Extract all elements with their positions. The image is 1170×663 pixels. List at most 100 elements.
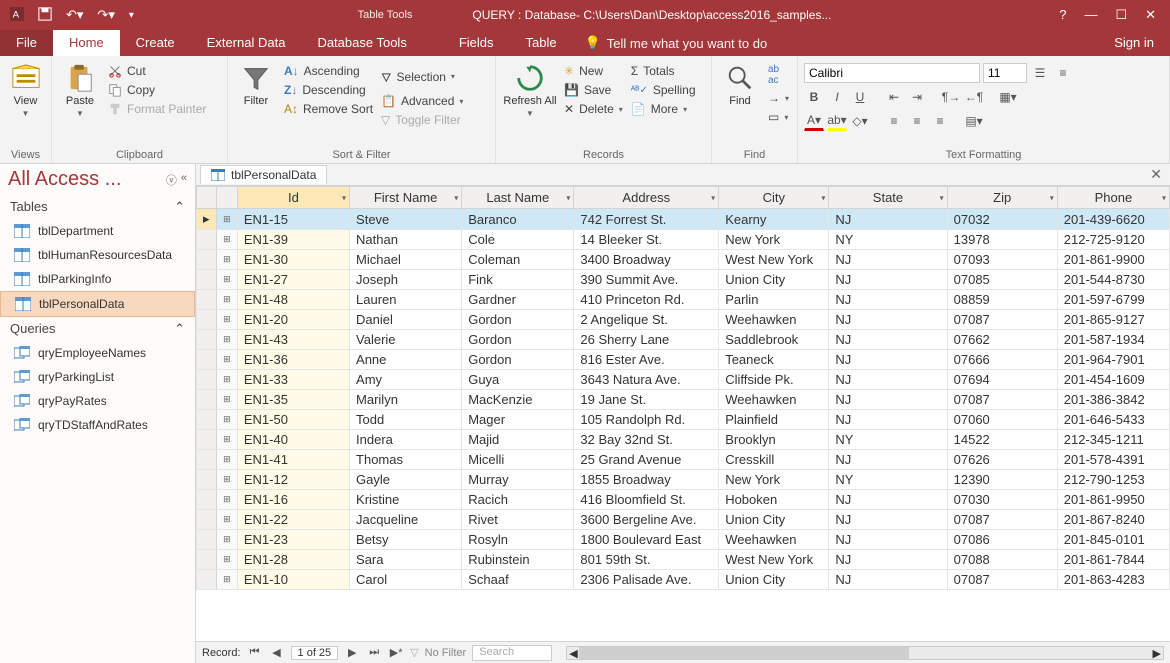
paste-button[interactable]: Paste ▼	[58, 59, 102, 118]
expand-row-icon[interactable]: ⊞	[216, 510, 237, 530]
table-row[interactable]: ⊞EN1-43ValerieGordon26 Sherry LaneSaddle…	[197, 330, 1170, 350]
cell[interactable]: 201-587-1934	[1057, 330, 1169, 350]
cell[interactable]: Weehawken	[719, 530, 829, 550]
tab-create[interactable]: Create	[120, 30, 191, 56]
cell[interactable]: Baranco	[462, 209, 574, 230]
new-record-nav-button[interactable]: ▶*	[388, 646, 404, 659]
cell[interactable]: Kristine	[350, 490, 462, 510]
numbering-icon[interactable]: ≡	[1053, 63, 1073, 83]
cell[interactable]: EN1-20	[237, 310, 349, 330]
cell[interactable]: Hoboken	[719, 490, 829, 510]
cell[interactable]: Cole	[462, 230, 574, 250]
row-selector[interactable]	[197, 370, 217, 390]
tab-database-tools[interactable]: Database Tools	[301, 30, 422, 56]
advanced-button[interactable]: 📋Advanced▾	[379, 93, 465, 109]
first-record-button[interactable]: ⏮	[247, 646, 263, 659]
cell[interactable]: Valerie	[350, 330, 462, 350]
qat-save-icon[interactable]	[38, 7, 52, 24]
expand-row-icon[interactable]: ⊞	[216, 430, 237, 450]
cell[interactable]: NJ	[829, 570, 947, 590]
expand-row-icon[interactable]: ⊞	[216, 390, 237, 410]
qat-customize-icon[interactable]: ▾	[129, 10, 134, 21]
cell[interactable]: Betsy	[350, 530, 462, 550]
cell[interactable]: NJ	[829, 530, 947, 550]
bullets-icon[interactable]: ☰	[1030, 63, 1050, 83]
cell[interactable]: 07030	[947, 490, 1057, 510]
cell[interactable]: 07087	[947, 310, 1057, 330]
indent-left-icon[interactable]: ⇤	[884, 87, 904, 107]
cell[interactable]: 201-386-3842	[1057, 390, 1169, 410]
cell[interactable]: West New York	[719, 250, 829, 270]
cell[interactable]: Guya	[462, 370, 574, 390]
selection-button[interactable]: 🜄Selection▾	[379, 63, 465, 90]
tab-home[interactable]: Home	[53, 30, 120, 56]
cell[interactable]: Schaaf	[462, 570, 574, 590]
row-selector[interactable]	[197, 490, 217, 510]
cell[interactable]: Kearny	[719, 209, 829, 230]
table-row[interactable]: ⊞EN1-12GayleMurray1855 BroadwayNew YorkN…	[197, 470, 1170, 490]
object-tab-tblpersonaldata[interactable]: tblPersonalData	[200, 165, 327, 184]
cell[interactable]: 07085	[947, 270, 1057, 290]
cell[interactable]: EN1-39	[237, 230, 349, 250]
find-button[interactable]: Find	[718, 59, 762, 107]
cell[interactable]: 12390	[947, 470, 1057, 490]
cell[interactable]: NJ	[829, 270, 947, 290]
tab-external-data[interactable]: External Data	[191, 30, 302, 56]
row-selector[interactable]	[197, 310, 217, 330]
expand-row-icon[interactable]: ⊞	[216, 230, 237, 250]
replace-button[interactable]: abac	[766, 63, 791, 87]
row-selector[interactable]	[197, 550, 217, 570]
nav-item-qrytdstaffandrates[interactable]: qryTDStaffAndRates	[0, 413, 195, 437]
table-row[interactable]: ⊞EN1-50ToddMager105 Randolph Rd.Plainfie…	[197, 410, 1170, 430]
column-header-state[interactable]: State▾	[829, 187, 947, 209]
row-selector[interactable]	[197, 470, 217, 490]
cell[interactable]: EN1-30	[237, 250, 349, 270]
format-painter-button[interactable]: Format Painter	[106, 101, 208, 117]
table-row[interactable]: ⊞EN1-27JosephFink390 Summit Ave.Union Ci…	[197, 270, 1170, 290]
cell[interactable]: Indera	[350, 430, 462, 450]
cell[interactable]: Michael	[350, 250, 462, 270]
cell[interactable]: 201-646-5433	[1057, 410, 1169, 430]
cell[interactable]: Lauren	[350, 290, 462, 310]
descending-button[interactable]: Z↓Descending	[282, 82, 375, 98]
row-selector[interactable]	[197, 430, 217, 450]
cell[interactable]: MacKenzie	[462, 390, 574, 410]
cell[interactable]: Union City	[719, 510, 829, 530]
record-position[interactable]: 1 of 25	[291, 646, 339, 660]
column-header-zip[interactable]: Zip▾	[947, 187, 1057, 209]
row-selector[interactable]	[197, 350, 217, 370]
minimize-icon[interactable]: —	[1084, 7, 1097, 23]
cell[interactable]: Union City	[719, 570, 829, 590]
expand-row-icon[interactable]: ⊞	[216, 570, 237, 590]
cell[interactable]: 201-578-4391	[1057, 450, 1169, 470]
nav-collapse-icon[interactable]: «	[181, 172, 187, 188]
column-header-address[interactable]: Address▾	[574, 187, 719, 209]
cell[interactable]: 1855 Broadway	[574, 470, 719, 490]
table-row[interactable]: ⊞EN1-39NathanCole14 Bleeker St.New YorkN…	[197, 230, 1170, 250]
filter-button[interactable]: Filter	[234, 59, 278, 107]
cell[interactable]: Majid	[462, 430, 574, 450]
nav-options-icon[interactable]: ⓥ	[166, 172, 177, 188]
toggle-filter-button[interactable]: ▽Toggle Filter	[379, 112, 465, 128]
cell[interactable]: EN1-10	[237, 570, 349, 590]
cell[interactable]: 13978	[947, 230, 1057, 250]
cell[interactable]: 212-790-1253	[1057, 470, 1169, 490]
goto-button[interactable]: →▾	[766, 90, 791, 106]
maximize-icon[interactable]: ☐	[1115, 7, 1127, 23]
expand-row-icon[interactable]: ⊞	[216, 250, 237, 270]
gridlines-icon[interactable]: ▦▾	[998, 87, 1018, 107]
tab-file[interactable]: File	[0, 30, 53, 56]
cell[interactable]: Rosyln	[462, 530, 574, 550]
row-selector[interactable]: ▸	[197, 209, 217, 230]
table-row[interactable]: ⊞EN1-28SaraRubinstein801 59th St.West Ne…	[197, 550, 1170, 570]
cell[interactable]: 07093	[947, 250, 1057, 270]
cell[interactable]: Rivet	[462, 510, 574, 530]
cell[interactable]: Amy	[350, 370, 462, 390]
cell[interactable]: 201-439-6620	[1057, 209, 1169, 230]
cell[interactable]: EN1-36	[237, 350, 349, 370]
cell[interactable]: NJ	[829, 310, 947, 330]
cell[interactable]: Sara	[350, 550, 462, 570]
column-header-id[interactable]: Id▾	[237, 187, 349, 209]
nav-item-qrypayrates[interactable]: qryPayRates	[0, 389, 195, 413]
nav-section-queries[interactable]: Queries⌃	[0, 317, 195, 341]
